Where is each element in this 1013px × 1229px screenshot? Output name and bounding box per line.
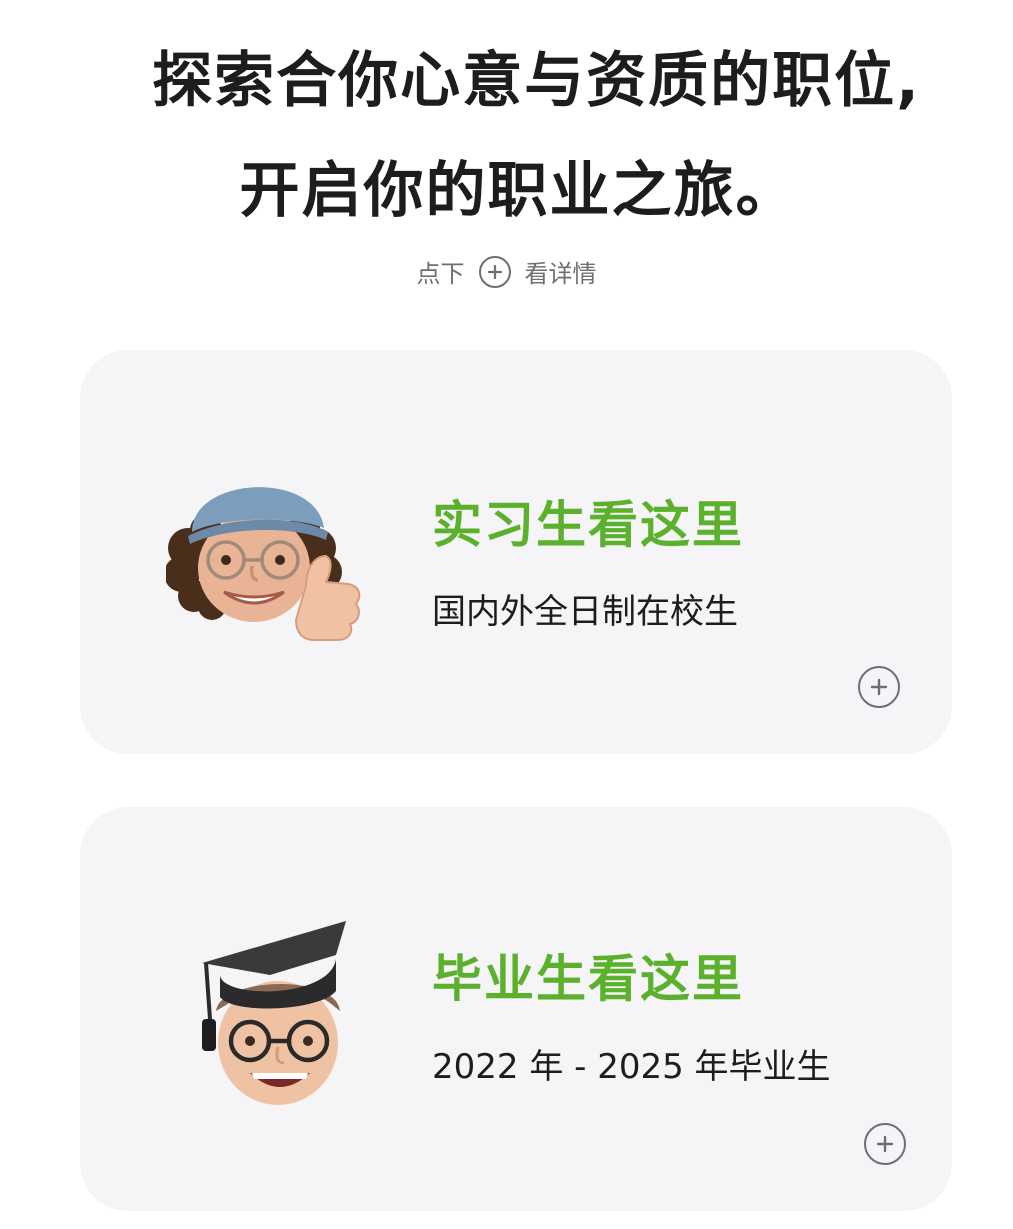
intern-card-subtitle: 国内外全日制在校生: [432, 592, 738, 632]
intern-card-title: 实习生看这里: [432, 496, 744, 554]
graduate-expand-icon[interactable]: [864, 1123, 906, 1165]
hint-text-before: 点下: [416, 260, 465, 288]
graduate-card-subtitle: 2022 年 - 2025 年毕业生: [432, 1047, 831, 1087]
details-hint: 点下 看详情: [0, 254, 1013, 289]
headline-line-2: 开启你的职业之旅。: [239, 156, 798, 226]
intern-expand-icon[interactable]: [858, 666, 900, 708]
graduate-memoji-avatar: [202, 921, 346, 1105]
intern-card[interactable]: 实习生看这里 国内外全日制在校生: [80, 350, 952, 754]
hint-text-after: 看详情: [524, 260, 597, 288]
plus-circle-icon: [478, 255, 511, 288]
headline-line-1: 探索合你心意与资质的职位,: [152, 46, 921, 116]
graduate-card-title: 毕业生看这里: [432, 950, 744, 1008]
intern-memoji-avatar: [166, 487, 361, 641]
graduate-card[interactable]: 毕业生看这里 2022 年 - 2025 年毕业生: [80, 807, 952, 1211]
